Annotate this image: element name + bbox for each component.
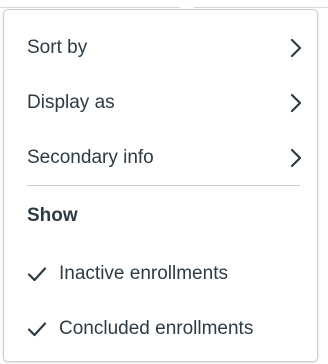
menu-item-display-as[interactable]: Display as (4, 79, 317, 127)
menu-item-secondary-info[interactable]: Secondary info (4, 134, 317, 182)
gradebook-view-options-menu: Sort by Display as Secondary info Show I… (3, 9, 318, 362)
menu-item-sort-by[interactable]: Sort by (4, 24, 317, 72)
chevron-right-icon (289, 93, 303, 113)
menu-option-label: Concluded enrollments (59, 318, 254, 339)
menu-item-label: Sort by (27, 37, 88, 58)
menu-item-label: Display as (27, 92, 115, 113)
checkmark-icon (27, 321, 47, 337)
show-section-heading: Show (27, 205, 78, 226)
chevron-right-icon (289, 148, 303, 168)
chevron-right-icon (289, 38, 303, 58)
menu-top-edge (0, 0, 328, 9)
menu-item-label: Secondary info (27, 147, 154, 168)
menu-option-label: Inactive enrollments (59, 263, 228, 284)
menu-option-concluded-enrollments[interactable]: Concluded enrollments (4, 305, 317, 353)
checkmark-icon (27, 266, 47, 282)
menu-option-inactive-enrollments[interactable]: Inactive enrollments (4, 250, 317, 298)
menu-divider (27, 185, 300, 186)
